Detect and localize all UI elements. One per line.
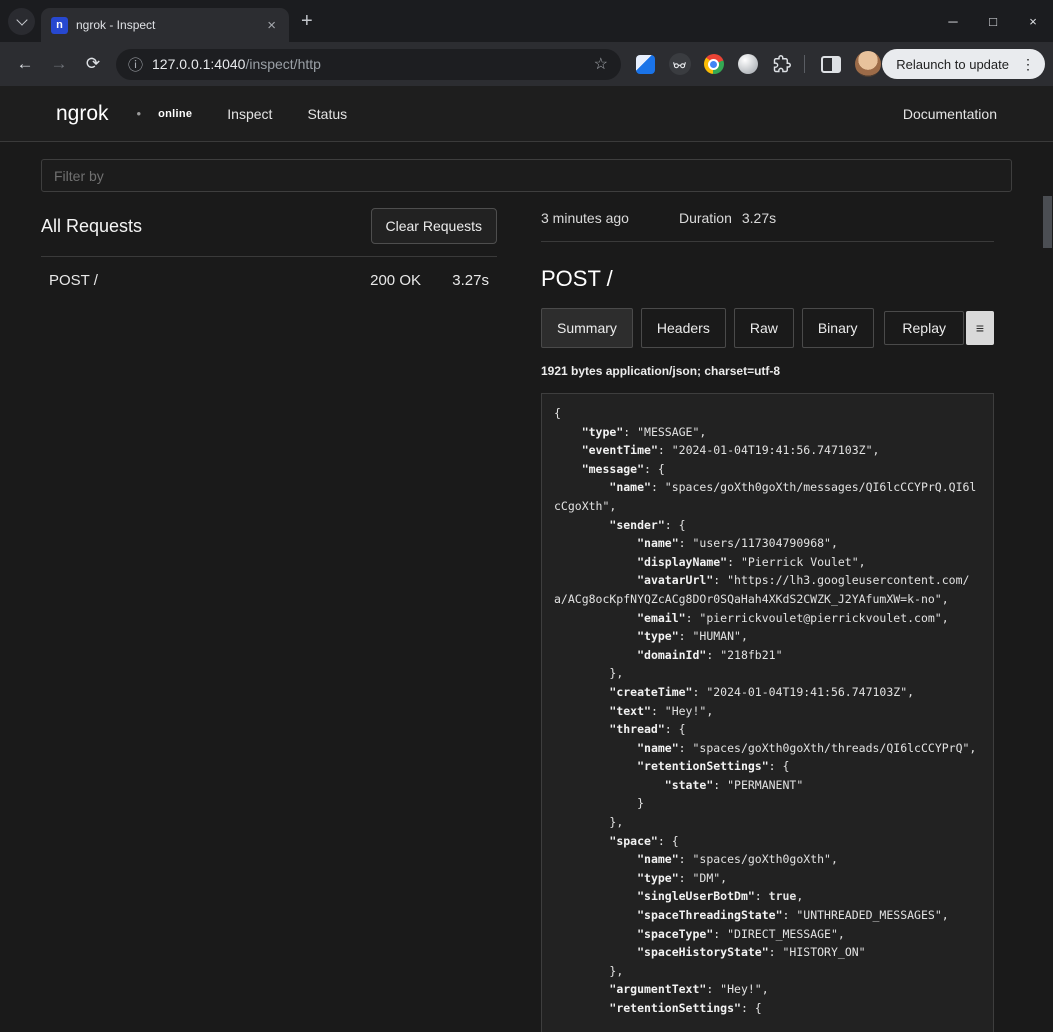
new-tab-button[interactable]: + <box>301 10 313 33</box>
sphere-icon <box>738 54 758 74</box>
tab-close-icon[interactable]: × <box>264 17 279 34</box>
ngrok-logo[interactable]: ngrok <box>56 102 109 126</box>
close-window-button[interactable]: × <box>1013 14 1053 29</box>
scrollbar-thumb[interactable] <box>1043 196 1052 248</box>
request-method-path: POST / <box>49 272 98 289</box>
nav-item-inspect[interactable]: Inspect <box>227 106 272 122</box>
url-host: 127.0.0.1:4040 <box>152 56 245 72</box>
requests-panel: All Requests Clear Requests POST / 200 O… <box>41 203 497 1032</box>
url-text: 127.0.0.1:4040/inspect/http <box>152 56 321 72</box>
content-meta: 1921 bytes application/json; charset=utf… <box>541 364 994 378</box>
request-detail-panel: 3 minutes ago Duration 3.27s POST / Summ… <box>541 203 994 1032</box>
toolbar-separator <box>804 55 805 73</box>
request-row[interactable]: POST / 200 OK 3.27s <box>41 257 497 304</box>
tab-summary[interactable]: Summary <box>541 308 633 348</box>
window-controls: ─ □ × <box>933 0 1053 42</box>
refresh-button[interactable]: ⟳ <box>76 47 110 81</box>
forward-button[interactable]: → <box>42 47 76 81</box>
tab-headers[interactable]: Headers <box>641 308 726 348</box>
replay-menu-button[interactable]: ≡ <box>966 311 994 345</box>
duration-value: 3.27s <box>742 210 776 226</box>
detail-title: POST / <box>541 266 994 292</box>
back-button[interactable]: ← <box>8 47 42 81</box>
browser-tab[interactable]: n ngrok - Inspect × <box>41 8 289 42</box>
bookmark-star-icon[interactable]: ☆ <box>587 54 615 74</box>
page-content: All Requests Clear Requests POST / 200 O… <box>0 142 1053 1032</box>
extension-icon-sphere[interactable] <box>732 49 763 80</box>
ngrok-header: ngrok • online Inspect Status Documentat… <box>0 86 1053 142</box>
glasses-icon <box>669 53 691 75</box>
extension-icon-glasses[interactable] <box>664 49 695 80</box>
request-status: 200 OK <box>370 272 421 289</box>
browser-toolbar: ← → ⟳ ⓘ 127.0.0.1:4040/inspect/http ☆ Re… <box>0 42 1053 86</box>
page-scrollbar[interactable] <box>1043 86 1052 1032</box>
site-info-icon[interactable]: ⓘ <box>128 54 143 75</box>
extension-blue-glyph <box>636 55 655 74</box>
address-bar[interactable]: ⓘ 127.0.0.1:4040/inspect/http ☆ <box>116 49 621 80</box>
maximize-button[interactable]: □ <box>973 14 1013 29</box>
tab-title: ngrok - Inspect <box>76 18 256 32</box>
side-panel-icon <box>821 56 841 73</box>
chrome-menu-icon[interactable] <box>698 49 729 80</box>
url-path: /inspect/http <box>245 56 321 72</box>
relaunch-label: Relaunch to update <box>896 57 1009 72</box>
tab-favicon: n <box>51 17 68 34</box>
relaunch-button[interactable]: Relaunch to update ⋮ <box>882 49 1045 79</box>
tab-search-button[interactable] <box>8 8 35 35</box>
time-ago: 3 minutes ago <box>541 210 629 226</box>
requests-panel-header: All Requests Clear Requests <box>41 203 497 257</box>
profile-avatar[interactable] <box>855 51 881 77</box>
extension-icon-blue[interactable] <box>630 49 661 80</box>
request-body-json: { "type": "MESSAGE", "eventTime": "2024-… <box>541 393 994 1032</box>
status-badge: online <box>158 108 192 120</box>
clear-requests-button[interactable]: Clear Requests <box>371 208 498 244</box>
request-duration: 3.27s <box>443 272 489 289</box>
detail-meta-row: 3 minutes ago Duration 3.27s <box>541 203 994 242</box>
replay-group: Replay ≡ <box>884 311 994 345</box>
requests-title: All Requests <box>41 216 142 237</box>
tab-strip: n ngrok - Inspect × + ─ □ × <box>0 0 1053 42</box>
side-panel-button[interactable] <box>815 49 846 80</box>
minimize-button[interactable]: ─ <box>933 14 973 29</box>
chrome-logo-icon <box>704 54 724 74</box>
nav-item-documentation[interactable]: Documentation <box>903 106 997 122</box>
tab-raw[interactable]: Raw <box>734 308 794 348</box>
tab-binary[interactable]: Binary <box>802 308 874 348</box>
replay-button[interactable]: Replay <box>884 311 964 345</box>
filter-input[interactable] <box>41 159 1012 192</box>
kebab-menu-icon[interactable]: ⋮ <box>1018 56 1038 73</box>
puzzle-icon <box>773 55 791 73</box>
status-dot-icon: • <box>137 106 142 121</box>
duration-label: Duration <box>679 210 732 226</box>
ngrok-inspect-page: ngrok • online Inspect Status Documentat… <box>0 86 1053 1032</box>
extensions-puzzle-icon[interactable] <box>766 49 797 80</box>
chevron-down-icon <box>16 14 27 25</box>
detail-tabs: Summary Headers Raw Binary Replay ≡ <box>541 308 994 348</box>
nav-item-status[interactable]: Status <box>307 106 347 122</box>
